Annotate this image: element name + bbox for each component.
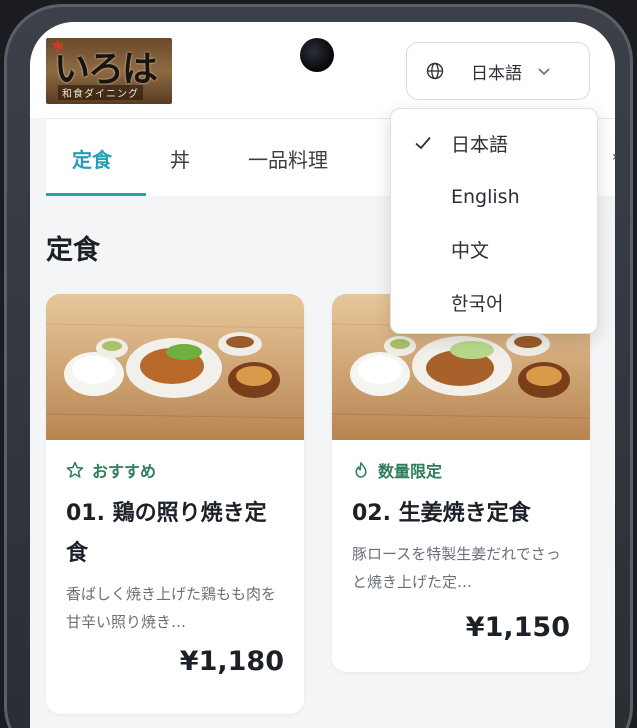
language-selector-button[interactable]: 日本語: [406, 42, 590, 100]
tab-teishoku[interactable]: 定食: [72, 119, 112, 197]
language-selector-label: 日本語: [471, 63, 522, 84]
menu-item-description: 香ばしく焼き上げた鶏もも肉を甘辛い照り焼き…: [66, 585, 277, 631]
language-option-english[interactable]: English: [391, 170, 597, 223]
checkmark-icon: [415, 136, 431, 150]
recommended-badge: おすすめ: [66, 458, 284, 482]
logo-sub-text: 和食ダイニング: [58, 85, 143, 100]
menu-item-name: 01. 鶏の照り焼き定食: [66, 501, 267, 566]
menu-item-price: ¥1,150: [465, 612, 570, 643]
restaurant-logo[interactable]: ✱ いろは 和食ダイニング: [46, 38, 172, 104]
language-option-label: English: [451, 185, 520, 208]
flame-icon: [355, 462, 367, 478]
front-camera: [300, 38, 334, 72]
language-option-label: 日本語: [451, 134, 509, 156]
language-option-label: 한국어: [451, 293, 504, 315]
menu-item-card[interactable]: おすすめ 01. 鶏の照り焼き定食 香ばしく焼き上げた鶏もも肉を甘辛い照り焼き……: [46, 294, 304, 714]
tab-donburi[interactable]: 丼: [170, 119, 190, 197]
language-option-japanese[interactable]: 日本語: [391, 117, 597, 170]
app-screen: ✱ いろは 和食ダイニング 日本語 定食 丼 一品料理 › 定食: [30, 22, 615, 728]
active-tab-indicator: [46, 193, 146, 196]
star-icon: [66, 461, 84, 478]
tabs-more-chevron-icon[interactable]: ›: [612, 149, 615, 165]
section-title: 定食: [46, 235, 100, 266]
badge-label: 数量限定: [378, 462, 443, 481]
language-dropdown-menu: 日本語 English 中文 한국어: [390, 108, 598, 334]
language-option-label: 中文: [451, 240, 490, 262]
chevron-down-icon: [538, 68, 550, 76]
limited-quantity-badge: 数量限定: [352, 458, 570, 482]
tab-ippin-ryori[interactable]: 一品料理: [248, 119, 328, 197]
globe-icon: [426, 62, 444, 80]
language-option-chinese[interactable]: 中文: [391, 223, 597, 276]
menu-item-price: ¥1,180: [179, 646, 284, 677]
menu-item-card[interactable]: 数量限定 02. 生姜焼き定食 豚ロースを特製生姜だれでさっと焼き上げた定… ¥…: [332, 294, 590, 672]
dish-photo-teriyaki: [46, 294, 304, 440]
menu-item-description: 豚ロースを特製生姜だれでさっと焼き上げた定…: [352, 545, 561, 591]
language-option-korean[interactable]: 한국어: [391, 276, 597, 329]
badge-label: おすすめ: [92, 462, 157, 481]
menu-item-name: 02. 生姜焼き定食: [352, 501, 531, 526]
